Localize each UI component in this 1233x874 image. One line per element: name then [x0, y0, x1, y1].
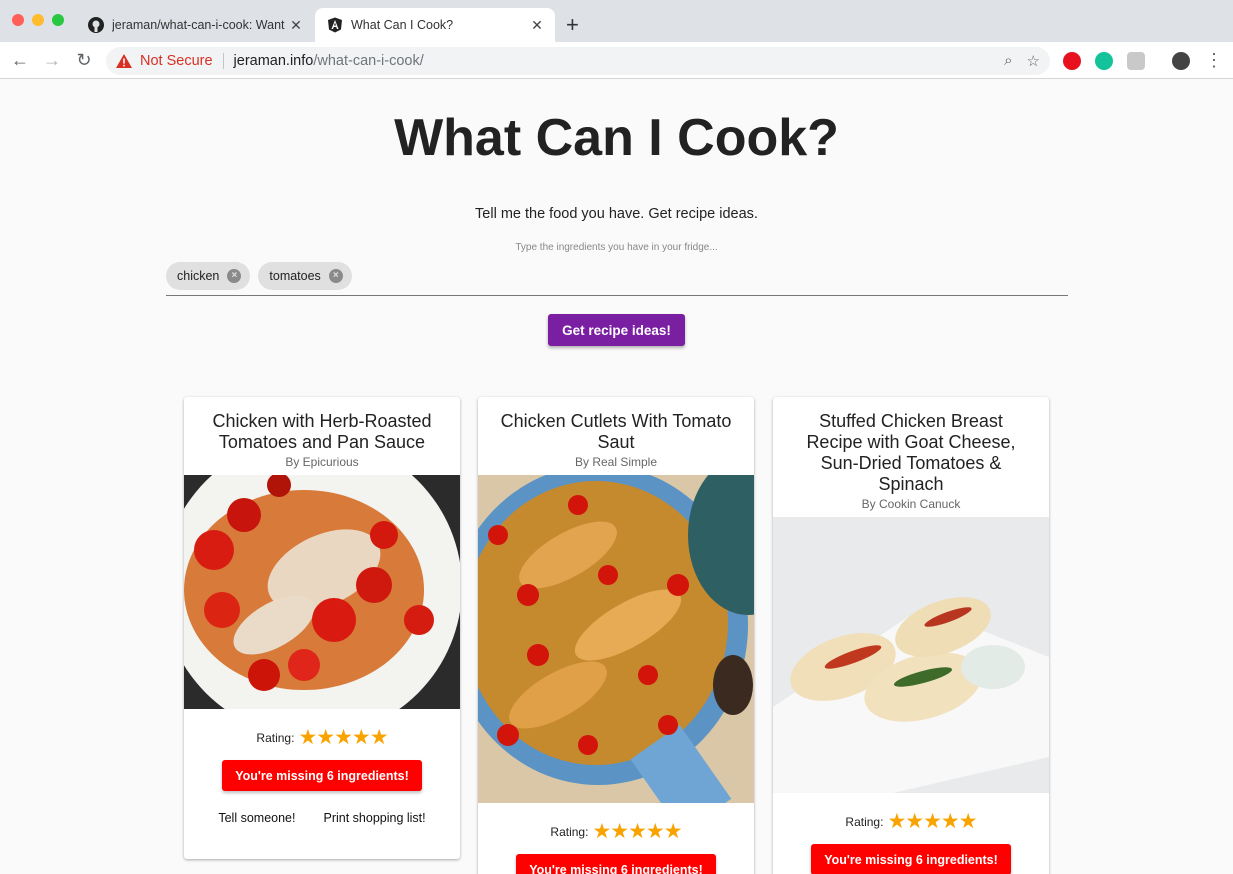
recipe-card: Chicken Cutlets With Tomato Saut By Real… [478, 397, 754, 874]
missing-ingredients-button[interactable]: You're missing 6 ingredients! [516, 854, 716, 874]
share-link[interactable]: Tell someone! [218, 811, 295, 825]
recipe-image[interactable] [773, 517, 1049, 793]
minimize-window-button[interactable] [32, 14, 44, 26]
maximize-window-button[interactable] [52, 14, 64, 26]
url-host: jeraman.info [233, 53, 314, 69]
profile-avatar[interactable] [1172, 52, 1190, 70]
omnibox-actions: ⌕ ☆ [1004, 52, 1040, 70]
github-icon [88, 17, 104, 33]
remove-chip-icon[interactable]: × [328, 269, 343, 283]
browser-toolbar: ← → ↻ Not Secure jeraman.info/what-can-i… [0, 42, 1233, 79]
extension-icon[interactable] [1127, 52, 1145, 70]
star-rating-icons: ★★★★★ [298, 726, 388, 749]
close-tab-icon[interactable]: ✕ [286, 17, 306, 34]
recipe-rating: Rating: ★★★★★ [773, 809, 1049, 834]
recipe-source: By Real Simple [574, 455, 658, 469]
tab-title: jeraman/what-can-i-cook: Want [112, 18, 285, 32]
security-label: Not Secure [140, 53, 213, 69]
recipe-title[interactable]: Chicken with Herb-Roasted Tomatoes and P… [184, 397, 460, 453]
rating-label: Rating: [550, 824, 589, 839]
print-shopping-list-link[interactable]: Print shopping list! [323, 811, 425, 825]
chip-label: chicken [177, 269, 220, 283]
url-path: /what-can-i-cook/ [313, 53, 424, 69]
ingredients-input[interactable]: chicken × tomatoes × [166, 262, 1068, 296]
bookmark-star-icon[interactable]: ☆ [1027, 52, 1040, 70]
browser-tab-github[interactable]: jeraman/what-can-i-cook: Want ✕ [78, 8, 314, 42]
ingredient-chip[interactable]: chicken × [166, 262, 251, 290]
missing-ingredients-button[interactable]: You're missing 6 ingredients! [222, 760, 422, 791]
recipe-source: By Epicurious [285, 455, 359, 469]
close-window-button[interactable] [12, 14, 24, 26]
recipe-image[interactable] [478, 475, 754, 803]
adblock-extension-icon[interactable] [1063, 52, 1081, 70]
recipe-card: Stuffed Chicken Breast Recipe with Goat … [773, 397, 1049, 874]
menu-dots-icon[interactable]: ⋮ [1202, 48, 1226, 72]
warning-icon [116, 54, 132, 68]
browser-tab-active[interactable]: What Can I Cook? ✕ [315, 8, 555, 42]
page-subtitle: Tell me the food you have. Get recipe id… [475, 206, 758, 222]
remove-chip-icon[interactable]: × [227, 269, 242, 283]
chip-label: tomatoes [269, 269, 321, 283]
new-tab-icon[interactable]: + [566, 12, 579, 38]
recipe-card: Chicken with Herb-Roasted Tomatoes and P… [184, 397, 460, 859]
star-rating-icons: ★★★★★ [592, 820, 682, 843]
close-tab-icon[interactable]: ✕ [527, 17, 547, 34]
recipe-title[interactable]: Chicken Cutlets With Tomato Saut [478, 397, 754, 453]
recipe-rating: Rating: ★★★★★ [478, 819, 754, 844]
reload-icon[interactable]: ↻ [72, 48, 96, 72]
ingredients-input-placeholder: Type the ingredients you have in your fr… [515, 242, 718, 253]
missing-ingredients-button[interactable]: You're missing 6 ingredients! [811, 844, 1011, 874]
back-icon[interactable]: ← [8, 48, 32, 72]
grammarly-extension-icon[interactable] [1095, 52, 1113, 70]
ingredient-chip[interactable]: tomatoes × [258, 262, 352, 290]
rating-label: Rating: [845, 814, 884, 829]
divider [222, 53, 224, 69]
rating-label: Rating: [256, 730, 295, 745]
recipe-rating: Rating: ★★★★★ [184, 725, 460, 750]
tab-title: What Can I Cook? [351, 18, 454, 32]
forward-icon[interactable]: → [40, 48, 64, 72]
star-rating-icons: ★★★★★ [887, 810, 977, 833]
angular-icon [328, 17, 342, 33]
recipe-source: By Cookin Canuck [861, 497, 961, 511]
recipe-image[interactable] [184, 475, 460, 709]
get-recipe-ideas-button[interactable]: Get recipe ideas! [548, 314, 685, 346]
recipe-title[interactable]: Stuffed Chicken Breast Recipe with Goat … [773, 397, 1049, 495]
address-bar[interactable]: Not Secure jeraman.info/what-can-i-cook/… [106, 47, 1050, 75]
card-actions: Tell someone! Print shopping list! [184, 811, 460, 859]
browser-tab-bar: jeraman/what-can-i-cook: Want ✕ What Can… [0, 0, 1233, 42]
page-title: What Can I Cook? [394, 109, 839, 167]
zoom-icon[interactable]: ⌕ [1004, 52, 1012, 70]
